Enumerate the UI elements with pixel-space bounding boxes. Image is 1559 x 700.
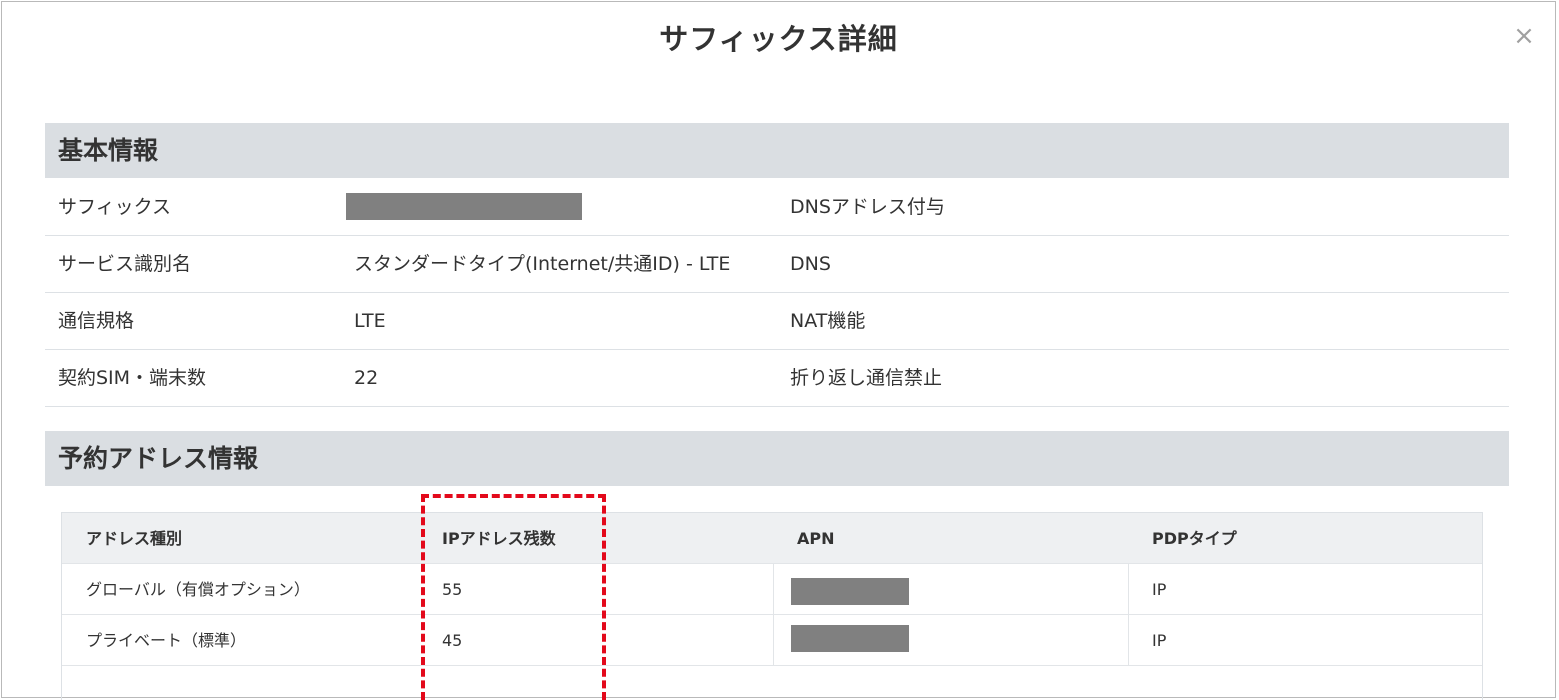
column-header-pdp-type: PDPタイプ [1152, 529, 1237, 548]
column-header-address-type: アドレス種別 [86, 529, 183, 548]
column-header-apn: APN [797, 529, 835, 548]
info-value: スタンダードタイプ(Internet/共通ID) - LTE [354, 253, 731, 275]
info-value: LTE [354, 310, 386, 332]
redacted-apn [791, 625, 909, 652]
info-right-label: NAT機能 [790, 310, 866, 332]
column-divider [1128, 564, 1129, 666]
cell-pdp-type: IP [1152, 580, 1167, 599]
table-header-row: アドレス種別 IPアドレス残数 APN PDPタイプ [62, 513, 1482, 564]
info-label: 契約SIM・端末数 [58, 367, 207, 389]
reserved-address-table: アドレス種別 IPアドレス残数 APN PDPタイプ グローバル（有償オプション… [61, 512, 1483, 700]
info-right-label: DNSアドレス付与 [790, 196, 945, 218]
table-row: グローバル（有償オプション） 55 IP [62, 564, 1482, 615]
info-label: 通信規格 [58, 310, 135, 332]
cell-address-type: プライベート（標準） [86, 631, 247, 650]
redacted-suffix-value [346, 193, 582, 220]
info-row-service-name: サービス識別名 スタンダードタイプ(Internet/共通ID) - LTE D… [45, 236, 1509, 293]
info-label: サービス識別名 [58, 253, 192, 275]
basic-info-header: 基本情報 [45, 123, 1509, 178]
table-row: プライベート（標準） 45 IP [62, 615, 1482, 666]
dialog-title: サフィックス詳細 [659, 22, 898, 56]
info-right-label: 折り返し通信禁止 [790, 367, 943, 389]
info-row-suffix: サフィックス DNSアドレス付与 [45, 179, 1509, 236]
highlight-box [421, 494, 606, 700]
info-label: サフィックス [58, 196, 172, 218]
cell-address-type: グローバル（有償オプション） [86, 580, 310, 599]
cell-pdp-type: IP [1152, 631, 1167, 650]
reserved-address-header: 予約アドレス情報 [45, 431, 1509, 486]
column-divider [773, 564, 774, 666]
redacted-apn [791, 578, 909, 605]
info-right-label: DNS [790, 253, 831, 275]
close-icon[interactable]: × [1512, 23, 1536, 49]
info-row-standard: 通信規格 LTE NAT機能 [45, 293, 1509, 350]
info-row-sim-count: 契約SIM・端末数 22 折り返し通信禁止 [45, 350, 1509, 407]
info-value: 22 [354, 367, 379, 389]
